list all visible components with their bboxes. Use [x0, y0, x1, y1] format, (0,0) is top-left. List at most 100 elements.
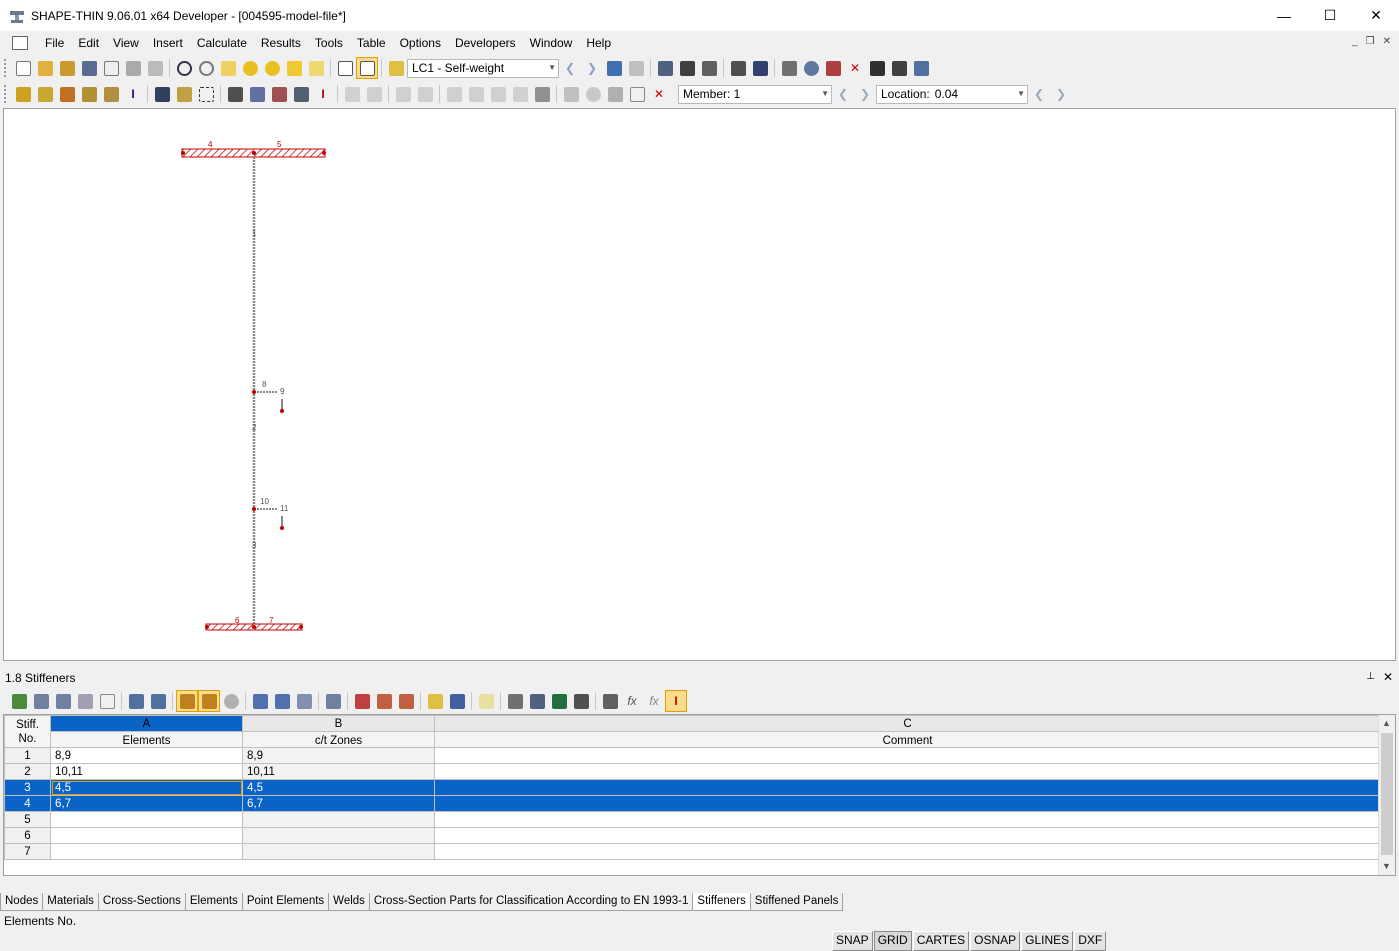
location-previous-icon[interactable]: ❮	[1028, 83, 1050, 105]
print-graphic-icon[interactable]	[144, 57, 166, 79]
toolbar-grip[interactable]	[4, 59, 8, 77]
ct-zones-cell[interactable]: 6,7	[242, 795, 435, 812]
location-select[interactable]: Location: 0.04 ▼	[876, 84, 1028, 104]
target-icon[interactable]	[261, 57, 283, 79]
column-a-header[interactable]: A	[50, 715, 243, 732]
menu-table[interactable]: Table	[350, 36, 393, 50]
table-row[interactable]: 5	[4, 811, 1381, 828]
sigma-x-icon[interactable]	[443, 83, 465, 105]
previous-icon[interactable]: ❮	[559, 57, 581, 79]
elements-cell[interactable]	[50, 811, 243, 828]
settings-icon[interactable]	[888, 57, 910, 79]
elements-cell[interactable]	[50, 843, 243, 860]
tab-elements[interactable]: Elements	[184, 893, 243, 911]
edit-icon[interactable]	[217, 57, 239, 79]
node-icon[interactable]	[12, 83, 34, 105]
point-element-icon[interactable]	[78, 83, 100, 105]
excel-icon[interactable]	[548, 690, 570, 712]
refresh-icon[interactable]	[220, 690, 242, 712]
menu-file[interactable]: File	[38, 36, 71, 50]
menu-insert[interactable]: Insert	[146, 36, 190, 50]
weld-icon[interactable]	[100, 83, 122, 105]
elements-cell[interactable]: 6,7	[50, 795, 243, 812]
comment-cell[interactable]	[434, 811, 1381, 828]
grid-points-icon[interactable]	[749, 57, 771, 79]
dimension-icon[interactable]	[173, 83, 195, 105]
row-number[interactable]: 1	[4, 747, 51, 764]
table-icon[interactable]	[334, 57, 356, 79]
find-icon[interactable]	[239, 57, 261, 79]
elements-cell[interactable]: 10,11	[50, 763, 243, 780]
comment-cell[interactable]	[434, 747, 1381, 764]
element-icon[interactable]	[34, 83, 56, 105]
table-row[interactable]: 4 6,7 6,7	[4, 795, 1381, 812]
tab-classification[interactable]: Cross-Section Parts for Classification A…	[368, 893, 694, 911]
snap-toggle[interactable]: SNAP	[832, 931, 873, 951]
shear-qv-icon[interactable]	[363, 83, 385, 105]
ruler-icon[interactable]	[560, 83, 582, 105]
sort-icon[interactable]	[293, 690, 315, 712]
ct-zones-cell[interactable]: 4,5	[242, 779, 435, 796]
table-row[interactable]: 2 10,11 10,11	[4, 763, 1381, 780]
function-icon[interactable]: fx	[621, 690, 643, 712]
append-row-icon[interactable]	[52, 690, 74, 712]
new-icon[interactable]	[12, 57, 34, 79]
scroll-down-icon[interactable]: ▼	[1382, 861, 1391, 871]
scroll-thumb[interactable]	[1381, 733, 1393, 855]
menu-help[interactable]: Help	[579, 36, 618, 50]
section-values-icon[interactable]	[698, 57, 720, 79]
connect-icon[interactable]	[778, 57, 800, 79]
panel-close-icon[interactable]: ✕	[1383, 670, 1393, 684]
member-select[interactable]: Member: 1 ▼	[678, 84, 832, 104]
undo-table-icon[interactable]	[176, 690, 198, 712]
node-marker[interactable]	[181, 151, 185, 155]
tab-welds[interactable]: Welds	[328, 893, 370, 911]
plugin-icon[interactable]	[910, 57, 932, 79]
cross-section-drawing[interactable]: 4 5 1 8 9 2 10 11 3 6 7	[4, 109, 1395, 660]
i-beam-icon[interactable]: I	[665, 690, 687, 712]
row-number[interactable]: 3	[4, 779, 51, 796]
row-number[interactable]: 4	[4, 795, 51, 812]
document-icon[interactable]	[12, 36, 28, 50]
ct-zones-cell[interactable]	[242, 843, 435, 860]
calculator-icon[interactable]	[570, 690, 592, 712]
check-icon[interactable]	[290, 83, 312, 105]
section-icon[interactable]	[676, 57, 698, 79]
select-icon[interactable]	[195, 83, 217, 105]
filter-icon[interactable]	[322, 690, 344, 712]
row-number[interactable]: 6	[4, 827, 51, 844]
cross-section-icon[interactable]	[56, 83, 78, 105]
paste-icon[interactable]	[147, 690, 169, 712]
elements-cell[interactable]	[50, 827, 243, 844]
move-icon[interactable]	[271, 690, 293, 712]
shear-qu-icon[interactable]	[341, 83, 363, 105]
menu-view[interactable]: View	[106, 36, 146, 50]
row-number[interactable]: 7	[4, 843, 51, 860]
table-edit-icon[interactable]	[8, 690, 30, 712]
tab-nodes[interactable]: Nodes	[0, 893, 44, 911]
open-project-icon[interactable]	[56, 57, 78, 79]
calc-icon[interactable]	[224, 83, 246, 105]
graphics-canvas[interactable]: 4 5 1 8 9 2 10 11 3 6 7	[3, 108, 1396, 661]
stress-icon[interactable]	[654, 57, 676, 79]
i-section-icon[interactable]: I	[122, 83, 144, 105]
section-view-icon[interactable]	[604, 83, 626, 105]
cartes-toggle[interactable]: CARTES	[912, 931, 970, 951]
node-marker[interactable]	[252, 625, 256, 629]
clear-icon[interactable]	[96, 690, 118, 712]
warping-icon[interactable]	[392, 83, 414, 105]
table-row[interactable]: 1 8,9 8,9	[4, 747, 1381, 764]
glines-toggle[interactable]: GLINES	[1021, 931, 1074, 951]
mirror-icon[interactable]	[822, 57, 844, 79]
export-icon[interactable]	[395, 690, 417, 712]
delete-cells-icon[interactable]	[351, 690, 373, 712]
tab-materials[interactable]: Materials	[42, 893, 99, 911]
pin-icon[interactable]: ⊥	[1366, 671, 1375, 682]
tab-stiffeners[interactable]: Stiffeners	[692, 893, 751, 911]
table-toggle-icon[interactable]	[356, 57, 378, 79]
menu-options[interactable]: Options	[393, 36, 448, 50]
text-format-icon[interactable]	[599, 690, 621, 712]
delete-icon[interactable]: ✕	[844, 57, 866, 79]
toolbar-grip[interactable]	[4, 85, 8, 103]
mdi-close-icon[interactable]: ✕	[1383, 36, 1391, 47]
